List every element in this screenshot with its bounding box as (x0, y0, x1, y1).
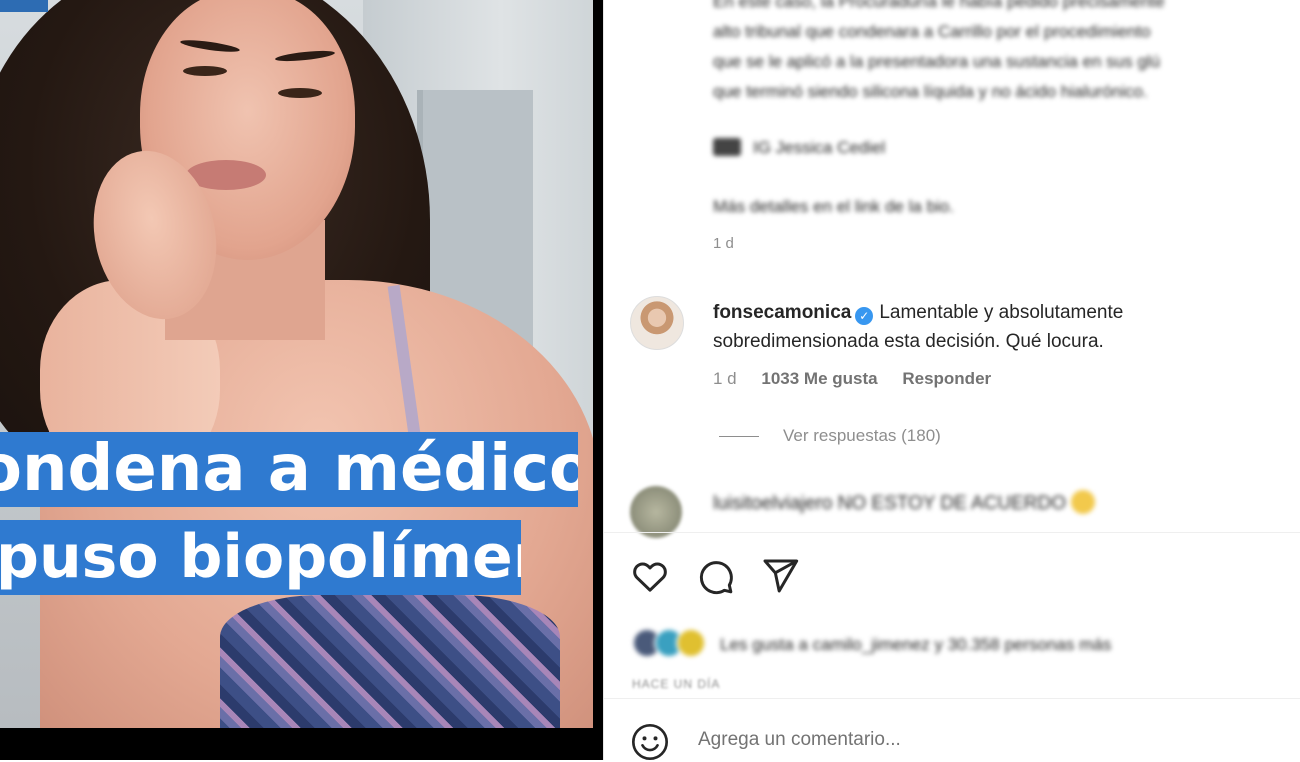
caption-line: que se le aplicó a la presentadora una s… (713, 52, 1161, 71)
photo-credit: IG Jessica Cediel (713, 138, 885, 158)
post-media[interactable]: ondena a médico que puso biopolímeros (0, 0, 603, 760)
likes-summary-text: Les gusta a camilo_jimenez y 30.358 pers… (720, 635, 1112, 654)
comment-likes[interactable]: 1033 Me gusta (761, 369, 877, 388)
avatar[interactable] (630, 296, 684, 350)
comment-icon[interactable] (695, 556, 735, 596)
section-divider (604, 698, 1300, 699)
panel-divider (603, 0, 604, 760)
caption-more: Más detalles en el link de la bio. (713, 197, 954, 216)
caption-line: En este caso, la Procuraduría le había p… (713, 0, 1165, 11)
view-replies-label: Ver respuestas (180) (783, 426, 941, 445)
sad-face-emoji-icon (1071, 490, 1096, 514)
camera-icon (713, 138, 741, 156)
comment-username[interactable]: luisitoelviajero (713, 493, 832, 514)
section-divider (604, 532, 1300, 533)
comment: fonsecamonica ✓ Lamentable y absolutamente… (713, 298, 1233, 356)
comment-username[interactable]: fonsecamonica (713, 302, 851, 323)
likes-summary[interactable]: Les gusta a camilo_jimenez y 30.358 pers… (632, 628, 1111, 658)
replies-line (719, 436, 759, 438)
caption-line: alto tribunal que condenara a Carrillo p… (713, 22, 1151, 41)
photo-credit-text: IG Jessica Cediel (753, 138, 886, 157)
comment: luisitoelviajero NO ESTOY DE ACUERDO (713, 490, 1096, 515)
comment-text: NO ESTOY DE ACUERDO (837, 493, 1067, 514)
comment-age: 1 d (713, 369, 737, 388)
smiley-icon[interactable] (630, 722, 670, 762)
view-replies-button[interactable]: Ver respuestas (180) (719, 426, 941, 446)
paper-plane-icon[interactable] (760, 556, 800, 596)
overlay-headline-line2: puso biopolímeros (0, 520, 521, 595)
caption-line: que terminó siendo silicona líquida y no… (713, 82, 1148, 101)
post-age: 1 d (713, 235, 734, 252)
post-date: HACE UN DÍA (632, 677, 721, 691)
avatar[interactable] (630, 486, 682, 538)
verified-badge-icon: ✓ (855, 307, 874, 325)
reply-button[interactable]: Responder (902, 369, 991, 388)
post-photo (0, 0, 593, 728)
heart-icon[interactable] (630, 556, 670, 596)
comment-meta: 1 d 1033 Me gusta Responder (713, 369, 991, 389)
overlay-headline-line1: ondena a médico que (0, 432, 578, 507)
add-comment-input[interactable] (696, 728, 1260, 752)
